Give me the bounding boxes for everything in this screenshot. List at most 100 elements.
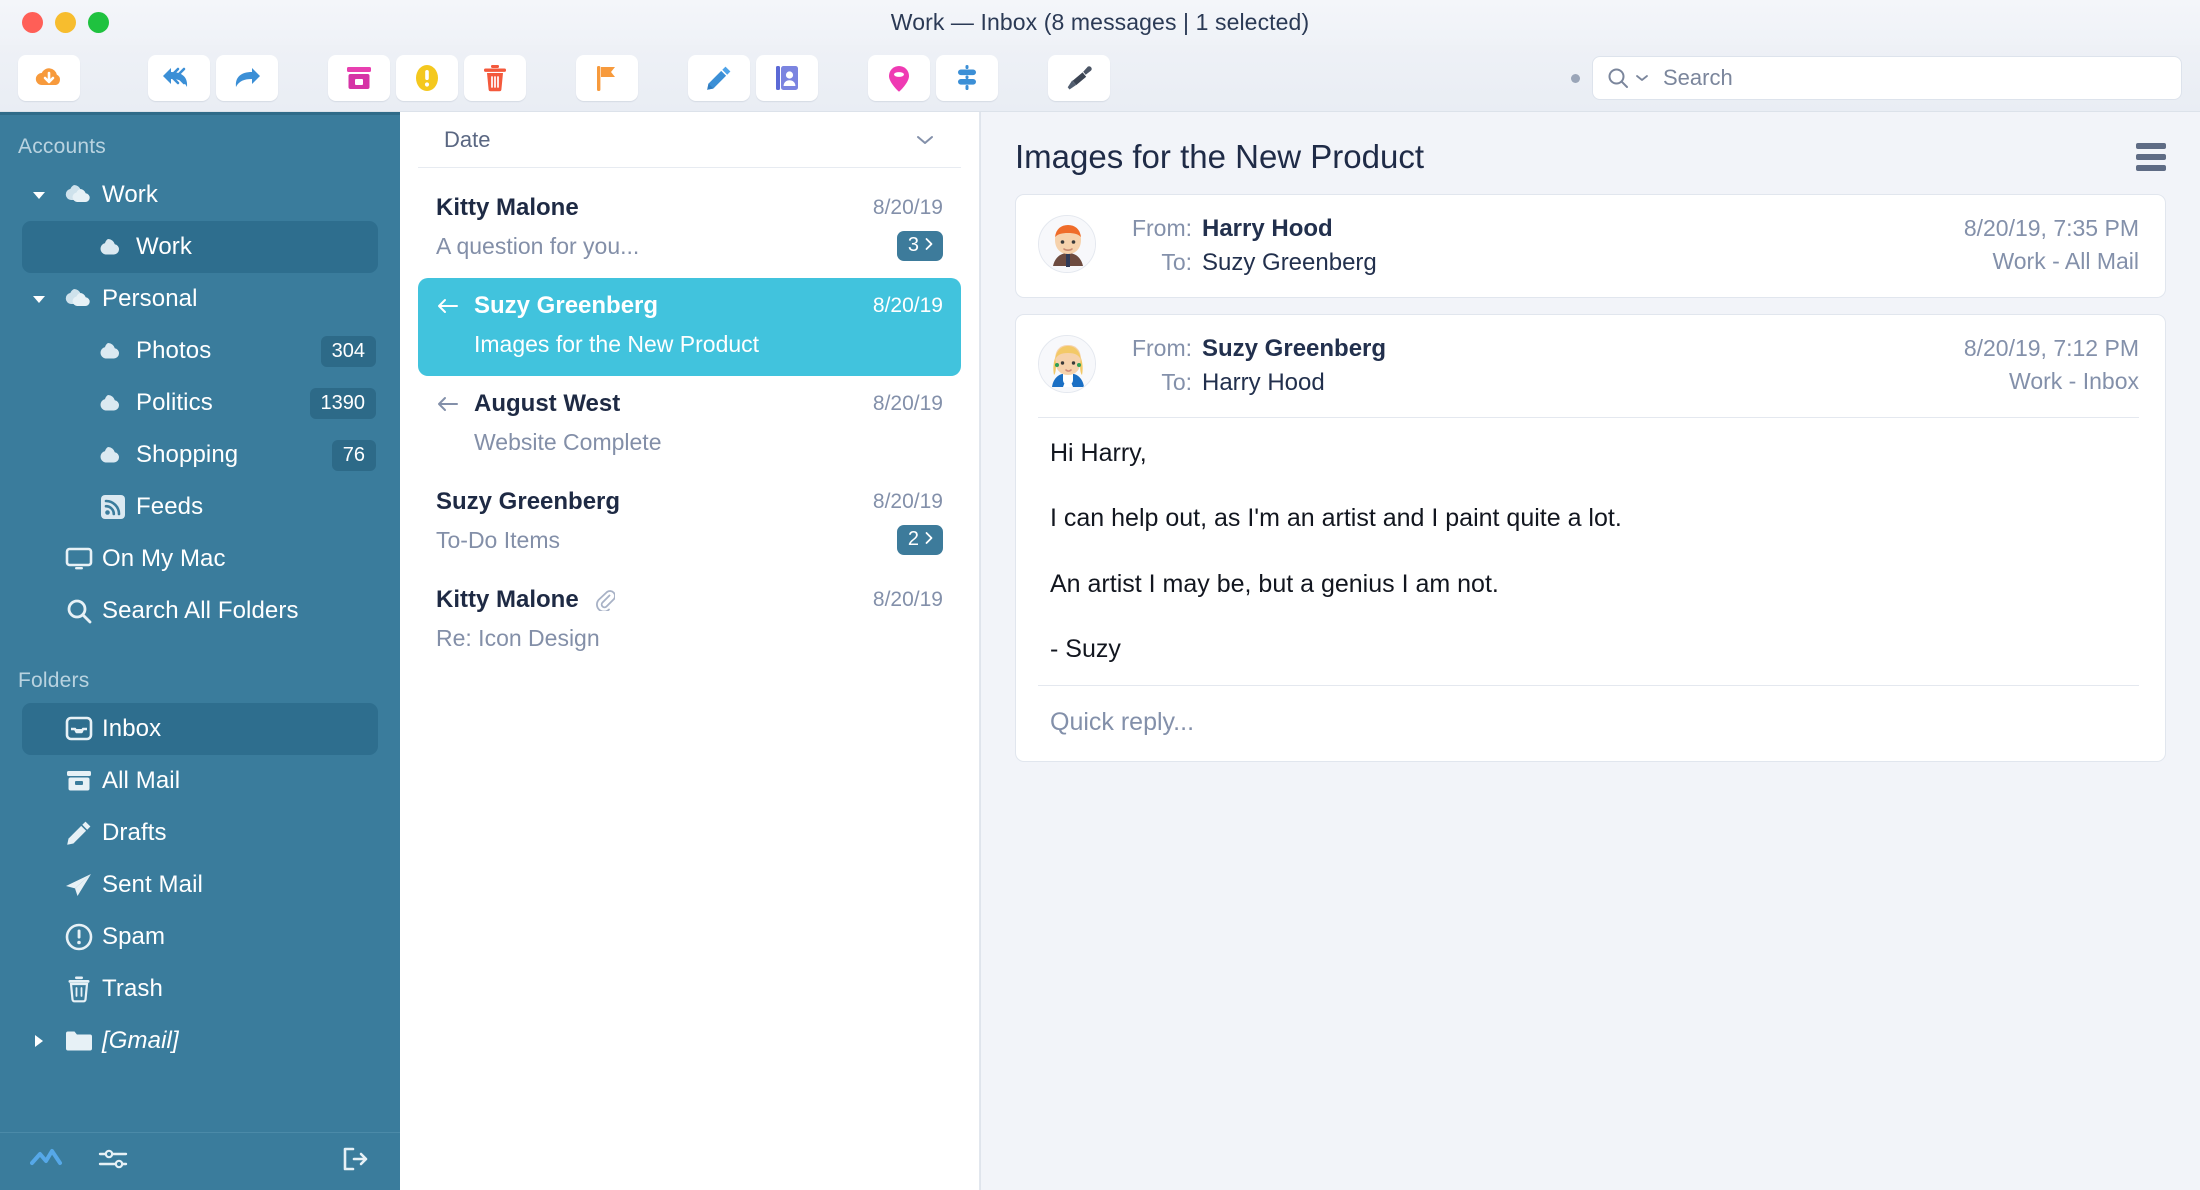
triangle-right-icon[interactable] — [22, 1033, 56, 1049]
sidebar-item-trash[interactable]: Trash — [22, 963, 378, 1015]
search-input[interactable]: Search — [1592, 56, 2182, 100]
row-bottom: A question for you... 3 — [436, 230, 943, 262]
trash-icon — [56, 975, 102, 1003]
sidebar-item-spam[interactable]: Spam — [22, 911, 378, 963]
chevron-down-icon[interactable] — [1635, 73, 1649, 83]
search-status-dot — [1571, 73, 1580, 83]
archive-button[interactable] — [328, 55, 390, 101]
cloud-icon — [90, 235, 136, 259]
flag-button[interactable] — [576, 55, 638, 101]
archive-box-icon — [345, 65, 373, 91]
to-label: To: — [1161, 369, 1192, 395]
sidebar-item-label: Work — [102, 181, 158, 208]
body-paragraph: - Suzy — [1050, 634, 1121, 663]
from-label: From: — [1131, 335, 1192, 361]
sidebar-item-photos[interactable]: Photos 304 — [22, 325, 378, 377]
message-card[interactable]: From: Suzy Greenberg To: Harry Hood 8/20… — [1015, 314, 2166, 762]
row-date: 8/20/19 — [872, 196, 943, 219]
address-book-icon — [774, 64, 800, 92]
row-subject: A question for you... — [436, 232, 640, 259]
from-value: Suzy Greenberg — [1202, 335, 1387, 362]
message-body: Hi Harry, I can help out, as I'm an arti… — [1038, 424, 2139, 665]
table-row[interactable]: Suzy Greenberg 8/20/19 To-Do Items 2 — [418, 474, 961, 572]
quick-reply-input[interactable]: Quick reply... — [1038, 692, 2139, 741]
activity-zigzag-icon[interactable] — [30, 1148, 66, 1175]
sidebar-item-shopping[interactable]: Shopping 76 — [22, 429, 378, 481]
list-sort-header[interactable]: Date — [418, 112, 961, 168]
sidebar-item-all-mail[interactable]: All Mail — [22, 755, 378, 807]
message-card[interactable]: From: Harry Hood To: Suzy Greenberg 8/20… — [1015, 194, 2166, 298]
sidebar-item-gmail[interactable]: [Gmail] — [22, 1015, 378, 1067]
row-bottom: To-Do Items 2 — [436, 524, 943, 556]
cloud-icon — [90, 391, 136, 415]
reader-header: Images for the New Product — [981, 112, 2200, 194]
sidebar-item-feeds[interactable]: Feeds — [22, 481, 378, 533]
search-icon — [56, 597, 102, 625]
sidebar: Accounts Work Work Personal Photos 304 P… — [0, 112, 400, 1190]
forward-button[interactable] — [216, 55, 278, 101]
sliders-icon[interactable] — [98, 1147, 130, 1176]
get-mail-button[interactable] — [18, 55, 80, 101]
cloud-stack-icon — [56, 286, 102, 312]
chevron-down-icon[interactable] — [915, 127, 935, 153]
sidebar-item-inbox[interactable]: Inbox — [22, 703, 378, 755]
sidebar-item-politics[interactable]: Politics 1390 — [22, 377, 378, 429]
rss-icon — [90, 494, 136, 520]
hamburger-menu-icon[interactable] — [2136, 143, 2166, 171]
reply-all-button[interactable] — [148, 55, 210, 101]
monitor-icon — [56, 546, 102, 572]
window-title: Work — Inbox (8 messages | 1 selected) — [890, 9, 1310, 35]
main-area: Accounts Work Work Personal Photos 304 P… — [0, 112, 2200, 1190]
compose-button[interactable] — [688, 55, 750, 101]
sidebar-item-work-account[interactable]: Work — [22, 169, 378, 221]
row-subject: To-Do Items — [436, 526, 560, 553]
mark-spam-button[interactable] — [396, 55, 458, 101]
body-paragraph: I can help out, as I'm an artist and I p… — [1050, 504, 1622, 533]
thread-count-badge[interactable]: 2 — [896, 525, 943, 555]
mail-window: Work — Inbox (8 messages | 1 selected) S… — [0, 0, 2200, 1190]
tag-button[interactable] — [868, 55, 930, 101]
delete-button[interactable] — [464, 55, 526, 101]
unread-badge: 304 — [320, 335, 376, 367]
tag-pin-icon — [886, 64, 912, 92]
from-line: From: Harry Hood — [1116, 215, 1377, 243]
cleanup-button[interactable] — [1048, 55, 1110, 101]
triangle-down-icon[interactable] — [22, 189, 56, 201]
address-block: From: Harry Hood To: Suzy Greenberg — [1116, 215, 1377, 277]
sort-label: Date — [444, 126, 491, 152]
sidebar-item-on-my-mac[interactable]: On My Mac — [22, 533, 378, 585]
table-row[interactable]: Suzy Greenberg 8/20/19 Images for the Ne… — [418, 278, 961, 376]
sidebar-item-personal-account[interactable]: Personal — [22, 273, 378, 325]
table-row[interactable]: Kitty Malone 8/20/19 A question for you.… — [418, 180, 961, 278]
sidebar-item-work-mailbox[interactable]: Work — [22, 221, 378, 273]
sidebar-item-label: Work — [136, 233, 192, 260]
message-list: Date Kitty Malone 8/20/19 A question for… — [400, 112, 980, 1190]
folders-header: Folders — [18, 669, 90, 692]
table-row[interactable]: August West 8/20/19 Website Complete — [418, 376, 961, 474]
to-value: Suzy Greenberg — [1202, 249, 1377, 276]
search-placeholder: Search — [1663, 65, 1733, 90]
sidebar-item-sent-mail[interactable]: Sent Mail — [22, 859, 378, 911]
row-sender: Suzy Greenberg — [436, 488, 621, 515]
sidebar-bottom-bar — [0, 1132, 400, 1190]
exclamation-icon — [415, 64, 439, 92]
sidebar-item-label: Sent Mail — [102, 871, 203, 898]
sidebar-item-label: All Mail — [102, 767, 181, 794]
from-line: From: Suzy Greenberg — [1116, 335, 1386, 363]
triangle-down-icon[interactable] — [22, 293, 56, 305]
search-icon — [1607, 67, 1629, 89]
paper-plane-icon — [56, 871, 102, 899]
row-sender: Kitty Malone — [436, 586, 579, 613]
sidebar-item-label: Politics — [136, 389, 213, 416]
sidebar-item-drafts[interactable]: Drafts — [22, 807, 378, 859]
sidebar-item-search-all-folders[interactable]: Search All Folders — [22, 585, 378, 637]
row-sender: Suzy Greenberg — [474, 292, 659, 319]
replied-arrow-icon — [436, 395, 464, 413]
to-value: Harry Hood — [1202, 369, 1325, 396]
contacts-button[interactable] — [756, 55, 818, 101]
logout-icon[interactable] — [340, 1146, 370, 1177]
filter-button[interactable] — [936, 55, 998, 101]
table-row[interactable]: Kitty Malone 8/20/19 Re: Icon Design — [418, 572, 961, 670]
thread-count-badge[interactable]: 3 — [896, 231, 943, 261]
unread-badge: 76 — [331, 439, 376, 471]
